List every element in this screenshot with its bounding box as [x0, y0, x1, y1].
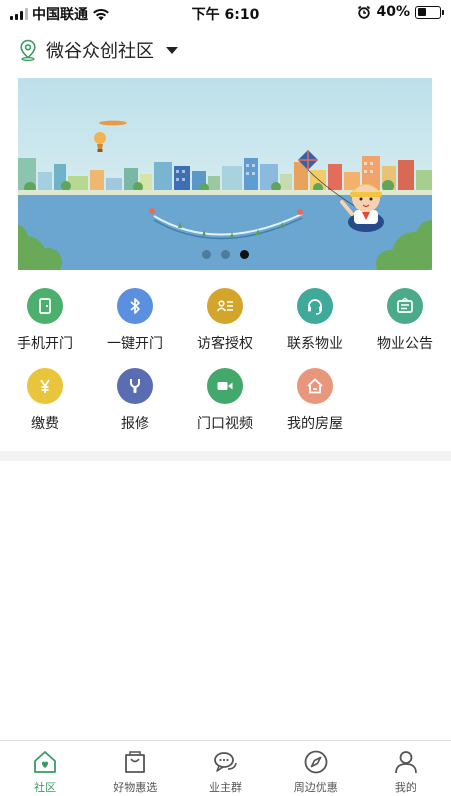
service-label: 报修 [121, 416, 149, 432]
wrench-icon [117, 368, 153, 404]
home-heart-icon [34, 751, 56, 773]
service-label: 门口视频 [197, 416, 253, 432]
tab-community[interactable]: 社区 [0, 741, 90, 796]
service-label: 物业公告 [377, 336, 433, 352]
house-icon [297, 368, 333, 404]
tab-label: 好物惠选 [113, 781, 158, 794]
battery-icon [415, 5, 444, 19]
tab-bar: 社区 好物惠选 业主群 周边优惠 我的 [0, 740, 451, 796]
section-divider [0, 451, 451, 461]
service-property-notice[interactable]: 物业公告 [360, 284, 450, 364]
service-label: 缴费 [31, 416, 59, 432]
door-icon [27, 288, 63, 324]
service-one-key-unlock[interactable]: 一键开门 [90, 284, 180, 364]
status-bar: 中国联通 下午 6:10 40% [0, 0, 451, 26]
chat-bubbles-icon [213, 752, 237, 772]
tab-owners-group[interactable]: 业主群 [180, 741, 270, 796]
service-label: 一键开门 [107, 336, 163, 352]
service-label: 访客授权 [197, 336, 253, 352]
tab-label: 业主群 [209, 781, 242, 794]
service-label: 我的房屋 [287, 416, 343, 432]
battery-percent: 40% [376, 4, 410, 20]
location-pin-icon [20, 39, 36, 61]
caret-down-icon [166, 46, 178, 54]
carousel-dots [18, 250, 432, 259]
tab-label: 社区 [34, 781, 57, 794]
shopping-bag-icon [125, 751, 146, 773]
carousel-dot[interactable] [220, 250, 230, 259]
service-visitor-auth[interactable]: 访客授权 [180, 284, 270, 364]
tab-mine[interactable]: 我的 [361, 741, 451, 796]
visitor-card-icon [207, 288, 243, 324]
community-name: 微谷众创社区 [46, 41, 154, 62]
service-contact-property[interactable]: 联系物业 [270, 284, 360, 364]
banner-illustration [18, 78, 432, 270]
carousel-dot[interactable] [201, 250, 211, 259]
bluetooth-icon [117, 288, 153, 324]
video-camera-icon [207, 368, 243, 404]
service-label: 手机开门 [17, 336, 73, 352]
tab-goods[interactable]: 好物惠选 [90, 741, 180, 796]
service-my-house[interactable]: 我的房屋 [270, 364, 360, 444]
service-payment[interactable]: 缴费 [0, 364, 90, 444]
compass-icon [304, 750, 328, 774]
banner-carousel[interactable] [18, 78, 432, 270]
yen-icon [27, 368, 63, 404]
service-grid: 手机开门 一键开门 访客授权 联系物业 物业公告 缴费 报修 门口视频 我的房屋 [0, 284, 451, 444]
notice-board-icon [387, 288, 423, 324]
service-label: 联系物业 [287, 336, 343, 352]
tab-label: 周边优惠 [293, 781, 338, 794]
service-door-video[interactable]: 门口视频 [180, 364, 270, 444]
user-icon [395, 751, 417, 774]
service-row: 手机开门 一键开门 访客授权 联系物业 物业公告 [0, 284, 451, 364]
headset-icon [297, 288, 333, 324]
carousel-dot[interactable] [239, 250, 249, 259]
service-row: 缴费 报修 门口视频 我的房屋 [0, 364, 451, 444]
tab-nearby-deals[interactable]: 周边优惠 [271, 741, 361, 796]
tab-label: 我的 [394, 781, 417, 794]
alarm-icon [358, 5, 371, 19]
service-repair[interactable]: 报修 [90, 364, 180, 444]
service-phone-unlock[interactable]: 手机开门 [0, 284, 90, 364]
community-selector[interactable]: 微谷众创社区 [18, 36, 178, 64]
